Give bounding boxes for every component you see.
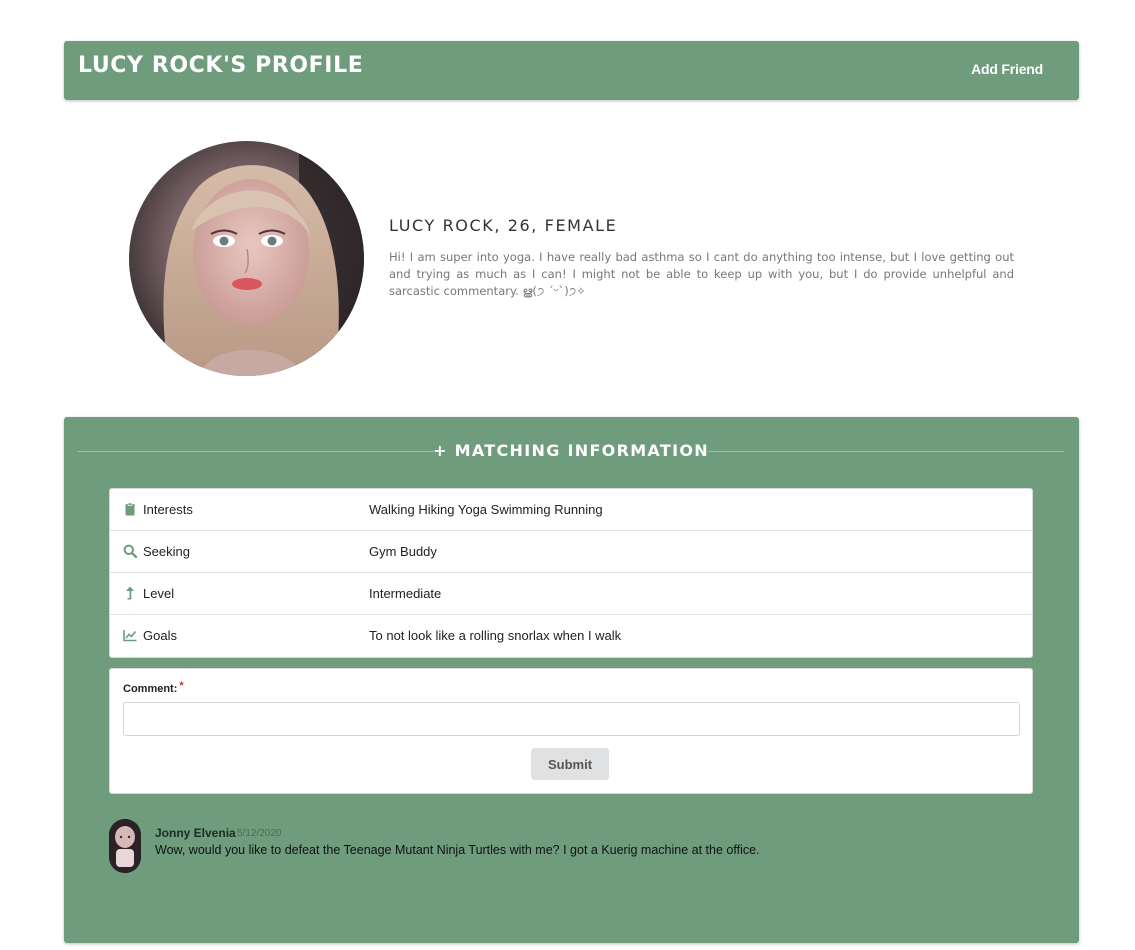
profile-name-age-gender: LUCY ROCK, 26, FEMALE	[389, 216, 618, 235]
info-row-goals: Goals To not look like a rolling snorlax…	[110, 615, 1032, 657]
matching-information-panel: + MATCHING INFORMATION Interests Walking…	[64, 417, 1079, 943]
info-key: Goals	[143, 628, 177, 643]
profile-avatar	[129, 141, 364, 376]
matching-section-title: + MATCHING INFORMATION	[433, 441, 709, 460]
info-row-interests: Interests Walking Hiking Yoga Swimming R…	[110, 489, 1032, 531]
matching-section-header[interactable]: + MATCHING INFORMATION	[78, 439, 1064, 463]
submit-button[interactable]: Submit	[531, 748, 609, 780]
comment-label: Comment: *	[123, 680, 184, 695]
comment-form: Comment: * Submit	[109, 668, 1033, 794]
comment-author[interactable]: Jonny Elvenia	[155, 826, 236, 840]
clipboard-icon	[123, 502, 137, 516]
commenter-avatar[interactable]	[109, 819, 141, 873]
comment-item: Jonny Elvenia 5/12/2020 Wow, would you l…	[109, 819, 1029, 873]
info-value: Walking Hiking Yoga Swimming Running	[369, 502, 603, 517]
search-icon	[123, 544, 138, 559]
info-row-level: Level Intermediate	[110, 573, 1032, 615]
page-title: LUCY ROCK'S PROFILE	[78, 53, 364, 78]
comment-text: Wow, would you like to defeat the Teenag…	[155, 843, 760, 857]
info-key: Level	[143, 586, 175, 601]
info-row-seeking: Seeking Gym Buddy	[110, 531, 1032, 573]
info-value: Intermediate	[369, 586, 442, 601]
line-chart-icon	[123, 628, 137, 642]
comment-date: 5/12/2020	[237, 828, 282, 839]
profile-bio: Hi! I am super into yoga. I have really …	[389, 250, 1014, 298]
comment-input[interactable]	[123, 702, 1020, 736]
arrow-up-icon	[123, 586, 137, 600]
comment-label-text: Comment:	[123, 683, 178, 695]
info-value: To not look like a rolling snorlax when …	[369, 628, 622, 643]
profile-header-bar: LUCY ROCK'S PROFILE Add Friend	[64, 41, 1079, 100]
add-friend-button[interactable]: Add Friend	[971, 61, 1043, 77]
info-value: Gym Buddy	[369, 544, 437, 559]
matching-info-table: Interests Walking Hiking Yoga Swimming R…	[109, 488, 1033, 658]
info-key: Interests	[143, 502, 193, 517]
required-mark: *	[179, 680, 184, 692]
info-key: Seeking	[143, 544, 190, 559]
